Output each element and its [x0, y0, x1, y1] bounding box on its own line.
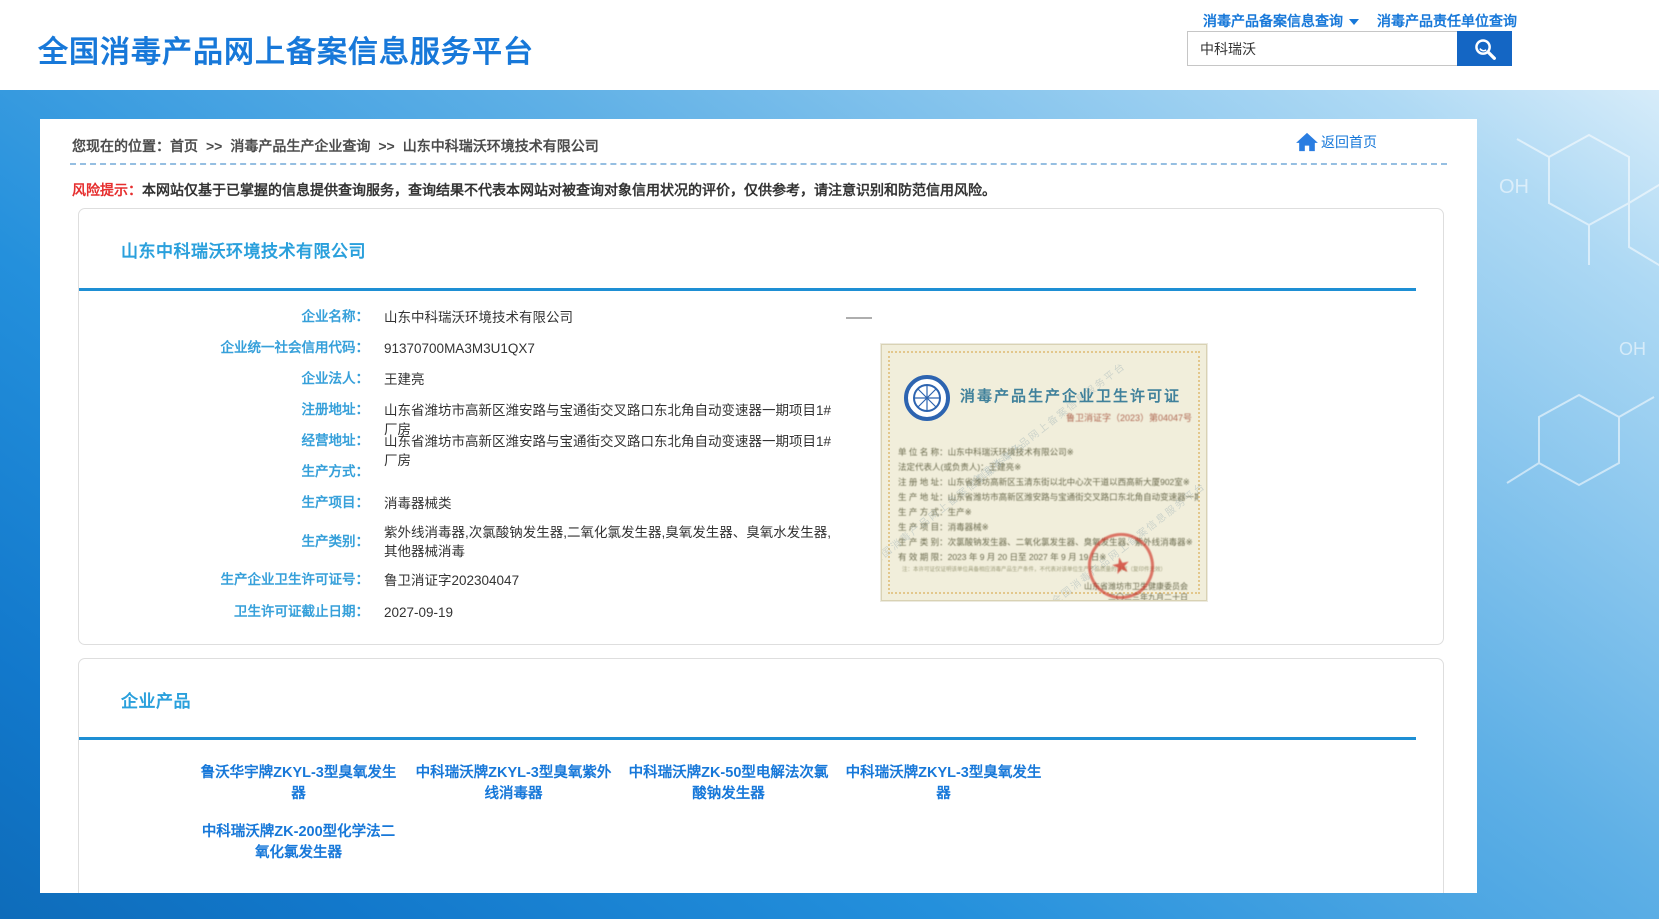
company-products-card: 企业产品 鲁沃华宇牌ZKYL-3型臭氧发生器 中科瑞沃牌ZKYL-3型臭氧紫外线… [78, 658, 1444, 893]
search-button[interactable] [1457, 31, 1512, 66]
field-label: 经营地址： [79, 432, 369, 449]
products-card-title: 企业产品 [121, 687, 191, 712]
svg-text:OH: OH [1499, 176, 1529, 198]
breadcrumb-enterprise-query-link[interactable]: 消毒产品生产企业查询 [230, 138, 370, 154]
field-row-production-mode: 生产方式： [79, 463, 889, 480]
product-link[interactable]: 中科瑞沃牌ZK-200型化学法二氧化氯发生器 [191, 822, 406, 864]
search-input[interactable] [1187, 31, 1457, 66]
field-value: 2027-09-19 [384, 603, 844, 622]
svg-text:OH: OH [1619, 339, 1646, 359]
field-label: 生产方式： [79, 463, 369, 480]
field-label: 生产企业卫生许可证号： [79, 571, 369, 588]
search-bar [1187, 31, 1512, 66]
certificate-line: 注 册 地 址：山东省潍坊高新区玉清东街以北中心次干道以西高新大厦902室※ [898, 475, 1198, 490]
page: { "header": { "site_title": "全国消毒产品网上备案信… [0, 0, 1659, 919]
top-navigation: 消毒产品备案信息查询 消毒产品责任单位查询 [1195, 11, 1517, 31]
home-icon [1296, 132, 1318, 152]
field-label: 企业统一社会信用代码： [79, 339, 369, 356]
field-value: 消毒器械类 [384, 494, 844, 513]
risk-notice-label: 风险提示： [72, 182, 142, 198]
certificate-emblem-icon [904, 375, 950, 421]
hygiene-license-certificate-image: 全国消毒产品网上备案信息服务平台 全国消毒产品网上备案信息服务平台 全国消毒产品… [881, 344, 1207, 601]
field-label: 注册地址： [79, 401, 369, 418]
certificate-line: 生 产 类 别：次氯酸钠发生器、二氧化氯发生器、臭氧发生器、紫外线消毒器※ [898, 535, 1198, 550]
product-link[interactable]: 中科瑞沃牌ZKYL-3型臭氧紫外线消毒器 [406, 763, 621, 805]
search-icon [1472, 36, 1498, 62]
certificate-line: 单 位 名 称：山东中科瑞沃环境技术有限公司※ [898, 445, 1198, 460]
certificate-line: 生 产 方 式：生产※ [898, 505, 1198, 520]
card-title-divider [79, 737, 1416, 740]
dashed-divider [70, 163, 1447, 165]
certificate-text-lines: 单 位 名 称：山东中科瑞沃环境技术有限公司※ 法定代表人(或负责人)：王建亮※… [898, 445, 1198, 565]
certificate-line: 生 产 项 目：消毒器械※ [898, 520, 1198, 535]
company-card-title: 山东中科瑞沃环境技术有限公司 [121, 237, 366, 262]
field-row-license-expiry-date: 卫生许可证截止日期： 2027-09-19 [79, 603, 889, 622]
field-value: 91370700MA3M3U1QX7 [384, 339, 844, 358]
top-header: 全国消毒产品网上备案信息服务平台 消毒产品备案信息查询 消毒产品责任单位查询 [0, 0, 1659, 90]
field-row-legal-person: 企业法人： 王建亮 [79, 370, 889, 389]
field-value: 王建亮 [384, 370, 844, 389]
field-row-production-project: 生产项目： 消毒器械类 [79, 494, 889, 513]
field-value: 鲁卫消证字202304047 [384, 571, 844, 590]
product-link[interactable]: 中科瑞沃牌ZKYL-3型臭氧发生器 [836, 763, 1051, 805]
field-row-company-name: 企业名称： 山东中科瑞沃环境技术有限公司 [79, 308, 889, 327]
certificate-line: 生 产 地 址：山东省潍坊市高新区潍安路与宝通街交叉路口东北角自动变速器一期项目… [898, 490, 1198, 505]
company-info-card: 山东中科瑞沃环境技术有限公司 企业名称： 山东中科瑞沃环境技术有限公司 企业统一社… [78, 208, 1444, 645]
field-value: 紫外线消毒器,次氯酸钠发生器,二氧化氯发生器,臭氧发生器、臭氧水发生器,其他器械… [384, 523, 844, 561]
field-row-credit-code: 企业统一社会信用代码： 91370700MA3M3U1QX7 [79, 339, 889, 358]
scan-artifact-dash [846, 317, 872, 319]
nav-record-info-query-link[interactable]: 消毒产品备案信息查询 [1203, 11, 1359, 31]
nav-responsible-unit-query-link[interactable]: 消毒产品责任单位查询 [1377, 11, 1517, 31]
chevron-down-icon [1349, 19, 1359, 25]
product-link[interactable]: 鲁沃华宇牌ZKYL-3型臭氧发生器 [191, 763, 406, 805]
main-content: 您现在的位置：首页 >> 消毒产品生产企业查询 >> 山东中科瑞沃环境技术有限公司 返回… [40, 119, 1477, 893]
product-link[interactable]: 中科瑞沃牌ZK-50型电解法次氯酸钠发生器 [621, 763, 836, 805]
field-label: 卫生许可证截止日期： [79, 603, 369, 620]
certificate-title: 消毒产品生产企业卫生许可证 [960, 385, 1200, 406]
card-title-divider [79, 288, 1416, 291]
certificate-number: 鲁卫消证字（2023）第04047号 [1066, 411, 1192, 424]
site-title: 全国消毒产品网上备案信息服务平台 [38, 27, 534, 71]
risk-notice-text: 本网站仅基于已掌握的信息提供查询服务，查询结果不代表本网站对被查询对象信用状况的… [142, 182, 996, 198]
breadcrumb-prefix: 您现在的位置： [72, 138, 170, 154]
breadcrumb-home-link[interactable]: 首页 [170, 138, 198, 154]
field-label: 生产类别： [79, 523, 369, 550]
risk-notice: 风险提示：本网站仅基于已掌握的信息提供查询服务，查询结果不代表本网站对被查询对象… [72, 180, 996, 200]
breadcrumb-current-page: 山东中科瑞沃环境技术有限公司 [403, 138, 599, 154]
breadcrumb-separator: >> [378, 138, 394, 154]
field-label: 企业名称： [79, 308, 369, 325]
return-home-link[interactable]: 返回首页 [1296, 132, 1377, 152]
background-molecule-decoration: OH OH [1469, 95, 1659, 575]
products-grid: 鲁沃华宇牌ZKYL-3型臭氧发生器 中科瑞沃牌ZKYL-3型臭氧紫外线消毒器 中… [191, 763, 1051, 864]
field-label: 企业法人： [79, 370, 369, 387]
field-row-hygiene-license-no: 生产企业卫生许可证号： 鲁卫消证字202304047 [79, 571, 889, 590]
breadcrumb: 您现在的位置：首页 >> 消毒产品生产企业查询 >> 山东中科瑞沃环境技术有限公司 [72, 136, 599, 156]
field-value: 山东中科瑞沃环境技术有限公司 [384, 308, 844, 327]
certificate-line: 法定代表人(或负责人)：王建亮※ [898, 460, 1198, 475]
field-row-production-category: 生产类别： 紫外线消毒器,次氯酸钠发生器,二氧化氯发生器,臭氧发生器、臭氧水发生器… [79, 523, 889, 561]
field-label: 生产项目： [79, 494, 369, 511]
breadcrumb-separator: >> [206, 138, 222, 154]
